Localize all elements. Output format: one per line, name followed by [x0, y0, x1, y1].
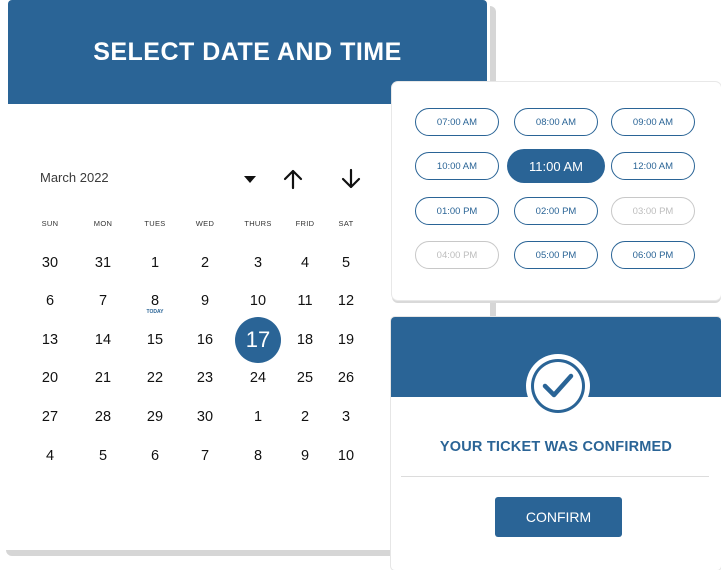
- time-slot-card: 07:00 AM 08:00 AM 09:00 AM 10:00 AM 11:00 AM…: [392, 82, 721, 300]
- time-slot[interactable]: 10:00 AM: [415, 152, 499, 180]
- caret-down-icon: [244, 176, 256, 183]
- weekday-label: FRID: [295, 219, 315, 228]
- calendar-day[interactable]: 30: [28, 252, 72, 274]
- month-label: March 2022: [40, 170, 109, 185]
- calendar-day[interactable]: 7: [81, 290, 125, 312]
- calendar-day[interactable]: 2: [183, 252, 227, 274]
- calendar-day[interactable]: 4: [283, 252, 327, 274]
- confirmation-card: YOUR TICKET WAS CONFIRMED CONFIRM: [391, 317, 721, 570]
- calendar-day[interactable]: 11: [283, 290, 327, 312]
- next-month-button[interactable]: [338, 166, 364, 192]
- weekday-label: SAT: [338, 219, 354, 228]
- calendar-day[interactable]: 10: [236, 290, 280, 312]
- calendar-day[interactable]: 22: [133, 367, 177, 389]
- calendar-day[interactable]: 3: [236, 252, 280, 274]
- time-slot-selected[interactable]: 11:00 AM: [507, 149, 605, 183]
- calendar-title: SELECT DATE AND TIME: [93, 37, 402, 66]
- calendar-day[interactable]: 28: [81, 406, 125, 428]
- calendar-day[interactable]: 1: [133, 252, 177, 274]
- weekday-label: THURS: [244, 219, 272, 228]
- calendar-day[interactable]: 23: [183, 367, 227, 389]
- previous-month-button[interactable]: [280, 166, 306, 192]
- calendar-day[interactable]: 2: [283, 406, 327, 428]
- calendar-day[interactable]: 4: [28, 445, 72, 467]
- today-label: TODAY: [146, 309, 164, 315]
- calendar-day[interactable]: 13: [28, 329, 72, 351]
- weekday-label: MON: [93, 219, 113, 228]
- calendar-day[interactable]: 20: [28, 367, 72, 389]
- weekday-label: SUN: [41, 219, 59, 228]
- time-slot[interactable]: 01:00 PM: [415, 197, 499, 225]
- arrow-up-icon: [283, 169, 303, 190]
- calendar-day[interactable]: 29: [133, 406, 177, 428]
- calendar-day[interactable]: 18: [283, 329, 327, 351]
- calendar-day[interactable]: 19: [324, 329, 368, 351]
- time-slot: 03:00 PM: [611, 197, 695, 225]
- divider: [401, 476, 709, 477]
- time-slot[interactable]: 12:00 AM: [611, 152, 695, 180]
- check-badge: [526, 354, 590, 418]
- arrow-down-icon: [341, 168, 361, 189]
- confirm-button[interactable]: CONFIRM: [495, 497, 622, 537]
- time-slot[interactable]: 02:00 PM: [514, 197, 598, 225]
- calendar-day[interactable]: 31: [81, 252, 125, 274]
- calendar-day[interactable]: 25: [283, 367, 327, 389]
- time-slot: 04:00 PM: [415, 241, 499, 269]
- time-slot[interactable]: 09:00 AM: [611, 108, 695, 136]
- calendar-day[interactable]: 9: [183, 290, 227, 312]
- time-slot[interactable]: 05:00 PM: [514, 241, 598, 269]
- calendar-day[interactable]: 24: [236, 367, 280, 389]
- weekday-label: WED: [195, 219, 215, 228]
- calendar-day[interactable]: 16: [183, 329, 227, 351]
- check-icon: [542, 373, 574, 398]
- calendar-day[interactable]: 9: [283, 445, 327, 467]
- time-slot[interactable]: 08:00 AM: [514, 108, 598, 136]
- time-slot[interactable]: 06:00 PM: [611, 241, 695, 269]
- calendar-day[interactable]: 6: [28, 290, 72, 312]
- confirmation-message: YOUR TICKET WAS CONFIRMED: [439, 439, 673, 455]
- calendar-day[interactable]: 27: [28, 406, 72, 428]
- calendar-day[interactable]: 1: [236, 406, 280, 428]
- weekday-label: TUES: [144, 219, 166, 228]
- calendar-day[interactable]: 15: [133, 329, 177, 351]
- calendar-day[interactable]: 10: [324, 445, 368, 467]
- calendar-day[interactable]: 5: [324, 252, 368, 274]
- calendar-day[interactable]: 26: [324, 367, 368, 389]
- calendar-day[interactable]: 12: [324, 290, 368, 312]
- calendar-day[interactable]: 30: [183, 406, 227, 428]
- calendar-day[interactable]: 7: [183, 445, 227, 467]
- calendar-day[interactable]: 5: [81, 445, 125, 467]
- time-slot[interactable]: 07:00 AM: [415, 108, 499, 136]
- calendar-day[interactable]: 6: [133, 445, 177, 467]
- selected-day[interactable]: 17: [235, 317, 281, 363]
- month-dropdown-button[interactable]: [237, 166, 263, 192]
- calendar-day[interactable]: 8: [236, 445, 280, 467]
- calendar-day[interactable]: 14: [81, 329, 125, 351]
- calendar-day[interactable]: 21: [81, 367, 125, 389]
- calendar-day[interactable]: 3: [324, 406, 368, 428]
